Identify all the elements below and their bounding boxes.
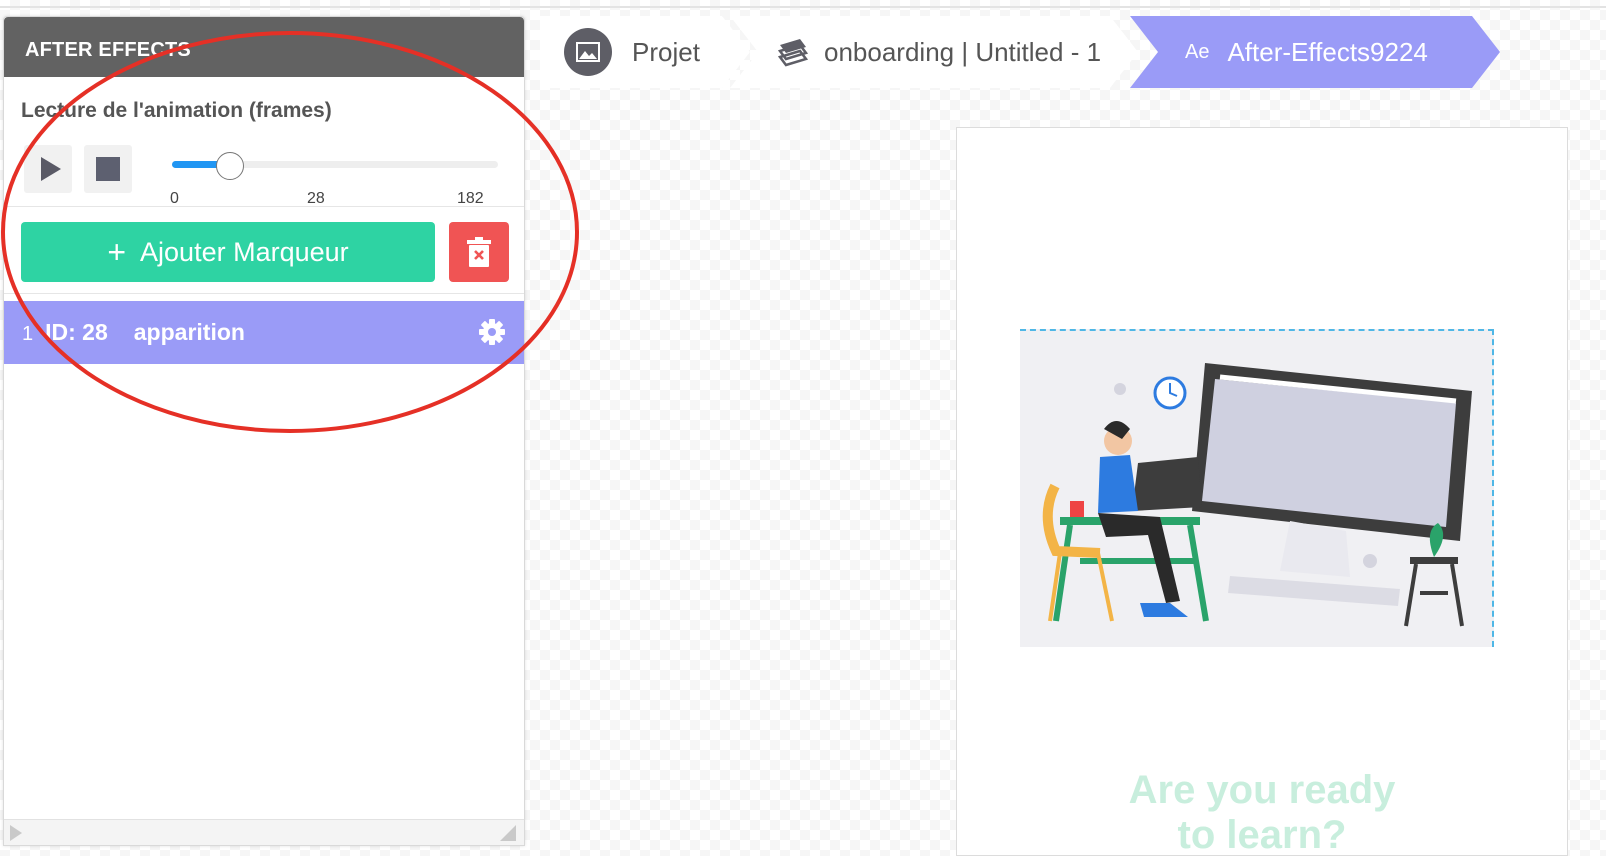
- top-border: [0, 6, 1606, 8]
- animation-playback-label: Lecture de l'animation (frames): [21, 99, 332, 122]
- marker-index: 1: [22, 323, 34, 345]
- resize-handle-icon[interactable]: [500, 825, 516, 841]
- panel-title: AFTER EFFECTS: [4, 17, 524, 77]
- image-icon: [564, 28, 612, 76]
- play-icon: [40, 157, 61, 181]
- desk-illustration: [1042, 363, 1472, 627]
- stop-icon: [96, 157, 120, 181]
- breadcrumb: Projet onboarding | Untitled - 1 Ae Afte…: [540, 16, 1520, 88]
- gear-icon[interactable]: [478, 318, 506, 346]
- stop-button[interactable]: [84, 145, 132, 193]
- headline-line-2: to learn?: [1177, 813, 1347, 856]
- breadcrumb-composition-label: onboarding | Untitled - 1: [824, 36, 1102, 67]
- after-effects-panel: AFTER EFFECTS Lecture de l'animation (fr…: [3, 16, 525, 846]
- layers-icon: [776, 37, 810, 67]
- add-marker-label: Ajouter Marqueur: [140, 236, 349, 267]
- breadcrumb-layer-label: After-Effects9224: [1227, 36, 1428, 67]
- marker-id: ID: 28: [45, 319, 108, 345]
- plus-icon: +: [107, 234, 127, 270]
- divider: [4, 206, 524, 207]
- play-button[interactable]: [24, 145, 72, 193]
- trash-icon: [467, 237, 491, 267]
- after-effects-icon: Ae: [1185, 40, 1210, 63]
- divider: [4, 293, 524, 294]
- breadcrumb-project-label: Projet: [632, 36, 700, 67]
- frame-slider[interactable]: [172, 152, 498, 180]
- breadcrumb-composition[interactable]: onboarding | Untitled - 1: [730, 16, 1138, 88]
- delete-marker-button[interactable]: [449, 222, 509, 282]
- collapse-left-icon[interactable]: [10, 825, 22, 841]
- illustration-layer[interactable]: [1020, 329, 1494, 647]
- add-marker-button[interactable]: + Ajouter Marqueur: [21, 222, 435, 282]
- marker-list-item[interactable]: 1 ID: 28 apparition: [4, 301, 524, 364]
- marker-name: apparition: [133, 319, 245, 345]
- canvas-headline[interactable]: Are you ready to learn?: [957, 768, 1567, 856]
- breadcrumb-layer[interactable]: Ae After-Effects9224: [1130, 16, 1500, 88]
- artboard[interactable]: Are you ready to learn?: [956, 127, 1568, 856]
- panel-footer: [4, 819, 524, 845]
- headline-line-1: Are you ready: [1128, 768, 1396, 812]
- slider-thumb[interactable]: [216, 152, 245, 180]
- breadcrumb-project[interactable]: Projet: [540, 16, 750, 88]
